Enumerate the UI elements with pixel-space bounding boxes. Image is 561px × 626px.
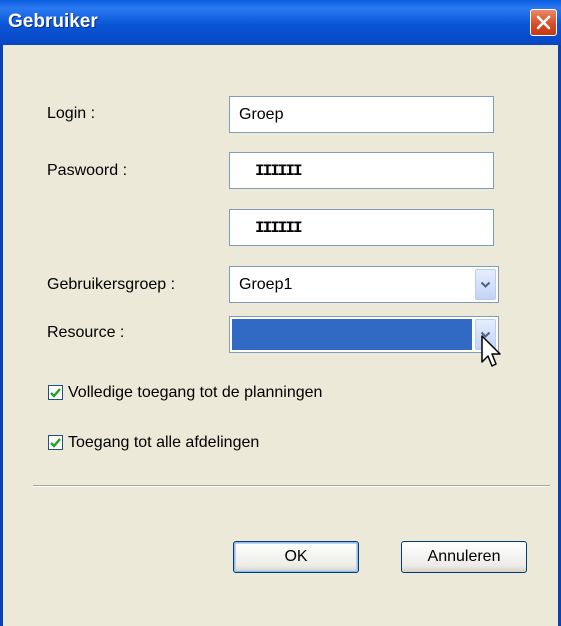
separator: [33, 485, 550, 487]
password-confirm-input[interactable]: IIIIII: [229, 209, 494, 246]
resource-select[interactable]: [229, 316, 499, 353]
resource-selection-highlight: [232, 319, 472, 350]
ok-button[interactable]: OK: [233, 541, 359, 573]
login-input[interactable]: Groep: [229, 96, 494, 133]
mouse-cursor-icon: [481, 335, 501, 367]
user-dialog: Gebruiker Login : Groep Paswoord : IIIII…: [0, 0, 561, 626]
chevron-down-icon: [480, 281, 491, 288]
all-departments-label[interactable]: Toegang tot alle afdelingen: [68, 434, 259, 452]
checkmark-icon: [50, 437, 61, 448]
full-access-label[interactable]: Volledige toegang tot de planningen: [68, 384, 322, 402]
close-icon: [536, 15, 551, 30]
cancel-button[interactable]: Annuleren: [401, 541, 527, 573]
password-label: Paswoord :: [47, 162, 128, 179]
group-value: Groep1: [239, 275, 293, 293]
full-access-checkbox[interactable]: [48, 385, 63, 400]
all-departments-checkbox[interactable]: [48, 435, 63, 450]
login-value: Groep: [239, 105, 284, 123]
password-mask: IIIIII: [255, 161, 303, 180]
dialog-title: Gebruiker: [8, 11, 98, 32]
checkmark-icon: [50, 387, 61, 398]
password-input[interactable]: IIIIII: [229, 152, 494, 189]
group-select[interactable]: Groep1: [229, 266, 499, 303]
login-label: Login :: [47, 105, 96, 122]
title-bar[interactable]: Gebruiker: [0, 0, 561, 45]
group-label: Gebruikersgroep :: [47, 276, 176, 293]
resource-label: Resource :: [47, 324, 125, 341]
close-button[interactable]: [530, 9, 557, 36]
password-confirm-mask: IIIIII: [255, 218, 303, 237]
group-dropdown-button[interactable]: [475, 269, 496, 300]
